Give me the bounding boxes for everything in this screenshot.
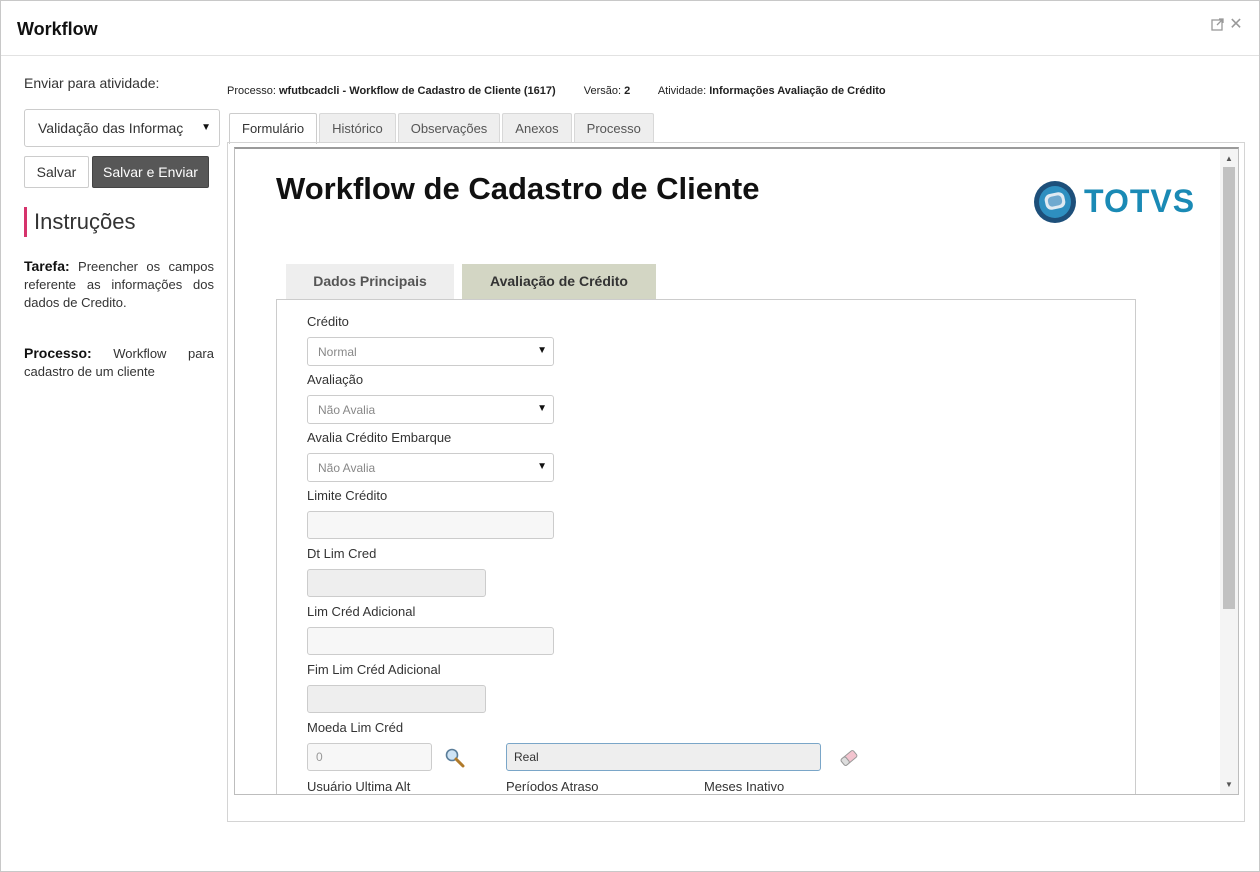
form-title: Workflow de Cadastro de Cliente: [276, 171, 760, 206]
moeda-label: Moeda Lim Créd: [307, 720, 404, 735]
lim-cred-adicional-input[interactable]: [307, 627, 554, 655]
tab-historico[interactable]: Histórico: [319, 113, 396, 143]
lim-cred-adicional-label: Lim Créd Adicional: [307, 604, 416, 619]
main-tabs: Formulário Histórico Observações Anexos …: [229, 113, 656, 144]
chevron-down-icon: ▼: [201, 122, 211, 133]
instructions-accent-bar: [24, 207, 27, 237]
tab-formulario[interactable]: Formulário: [229, 113, 318, 144]
version-value: 2: [624, 85, 631, 97]
window-header: Workflow ✕: [1, 1, 1259, 56]
dt-lim-cred-input[interactable]: [307, 569, 486, 597]
credito-label: Crédito: [307, 314, 349, 329]
process-label: Processo:: [24, 345, 92, 361]
avaliacao-select-value: Não Avalia: [318, 403, 376, 417]
form-scrollbar[interactable]: ▲ ▼: [1220, 149, 1238, 794]
version-label: Versão:: [583, 85, 622, 97]
task-instructions: Tarefa: Preencher os campos referente as…: [24, 257, 214, 312]
credito-select[interactable]: Normal ▼: [307, 337, 554, 366]
embarque-label: Avalia Crédito Embarque: [307, 430, 452, 445]
meses-inativo-label: Meses Inativo: [704, 779, 785, 794]
tab-observacoes[interactable]: Observações: [397, 113, 501, 143]
process-info-value: wfutbcadcli - Workflow de Cadastro de Cl…: [278, 85, 556, 97]
save-button[interactable]: Salvar: [24, 156, 89, 188]
moeda-code-input[interactable]: 0: [307, 743, 432, 771]
usuario-ultima-alt-label: Usuário Ultima Alt: [307, 779, 411, 794]
close-icon[interactable]: ✕: [1229, 17, 1243, 33]
logo-text: TOTVS: [1084, 183, 1196, 219]
fim-lim-cred-input[interactable]: [307, 685, 486, 713]
inner-tab-dados-principais[interactable]: Dados Principais: [286, 264, 454, 299]
chevron-down-icon: ▼: [537, 461, 547, 472]
search-icon[interactable]: [444, 747, 466, 769]
process-info: Processo: wfutbcadcli - Workflow de Cada…: [227, 85, 886, 97]
chevron-down-icon: ▼: [537, 403, 547, 414]
send-to-activity-label: Enviar para atividade:: [24, 75, 160, 91]
task-label: Tarefa:: [24, 258, 70, 274]
scroll-thumb[interactable]: [1223, 167, 1235, 609]
save-and-send-button[interactable]: Salvar e Enviar: [92, 156, 209, 188]
eraser-icon[interactable]: [838, 747, 860, 769]
inner-tab-panel: [276, 299, 1136, 794]
moeda-description-input[interactable]: Real: [506, 743, 821, 771]
form-frame: Workflow de Cadastro de Cliente TOTVS Da…: [234, 147, 1239, 795]
embarque-select-value: Não Avalia: [318, 461, 376, 475]
tab-processo[interactable]: Processo: [573, 113, 654, 143]
totvs-logo: TOTVS: [1032, 179, 1194, 227]
activity-label: Atividade:: [657, 85, 707, 97]
inner-tab-avaliacao-credito[interactable]: Avaliação de Crédito: [462, 264, 656, 299]
activity-select-value: Validação das Informaç: [38, 120, 184, 136]
activity-select[interactable]: Validação das Informaç ▼: [24, 109, 220, 147]
limite-credito-label: Limite Crédito: [307, 488, 388, 503]
process-info-label: Processo:: [227, 85, 276, 97]
instructions-title: Instruções: [34, 209, 136, 234]
fim-lim-cred-label: Fim Lim Créd Adicional: [307, 662, 441, 677]
window-title: Workflow: [17, 19, 98, 39]
limite-credito-input[interactable]: [307, 511, 554, 539]
totvs-logo-icon: [1034, 181, 1076, 223]
dt-lim-cred-label: Dt Lim Cred: [307, 546, 377, 561]
process-instructions: Processo: Workflow para cadastro de um c…: [24, 344, 214, 381]
avaliacao-select[interactable]: Não Avalia ▼: [307, 395, 554, 424]
periodos-atraso-label: Períodos Atraso: [506, 779, 599, 794]
activity-value: Informações Avaliação de Crédito: [709, 85, 886, 97]
avaliacao-label: Avaliação: [307, 372, 364, 387]
workflow-window: Workflow ✕ Enviar para atividade: Valida…: [0, 0, 1260, 872]
popout-icon[interactable]: [1211, 17, 1225, 33]
scroll-down-icon[interactable]: ▼: [1220, 777, 1238, 793]
scroll-up-icon[interactable]: ▲: [1220, 151, 1238, 167]
embarque-select[interactable]: Não Avalia ▼: [307, 453, 554, 482]
window-controls: ✕: [1211, 17, 1243, 33]
credito-select-value: Normal: [318, 345, 357, 359]
chevron-down-icon: ▼: [537, 345, 547, 356]
tab-anexos[interactable]: Anexos: [502, 113, 572, 143]
